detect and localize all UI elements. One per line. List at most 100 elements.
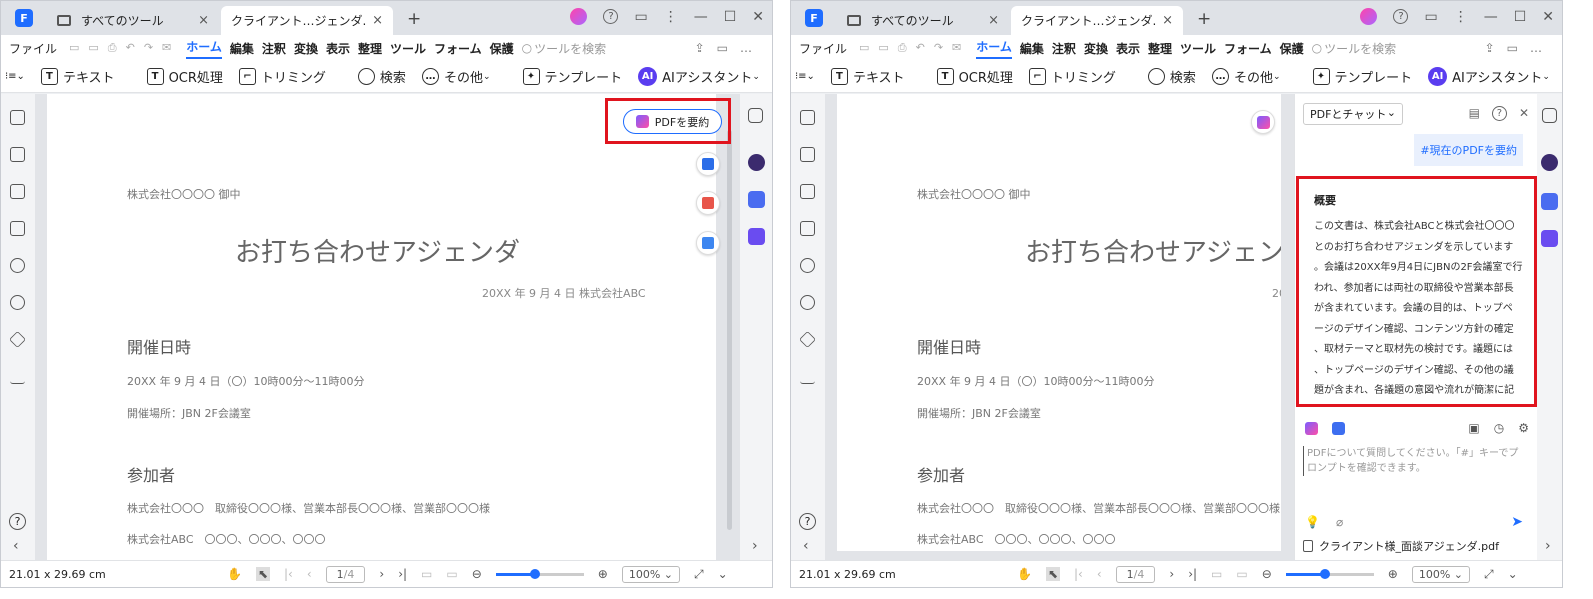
help-icon[interactable]: ?	[1393, 9, 1409, 24]
crop-button[interactable]: ⌐ トリミング	[238, 67, 326, 86]
close-tab-icon[interactable]: ×	[988, 13, 999, 28]
toolbar-prev-icon[interactable]: ⁝≡⌄	[5, 71, 25, 82]
ocr-button[interactable]: T OCR処理	[146, 67, 223, 86]
new-chat-icon[interactable]: ▤	[1469, 106, 1480, 121]
checklist-icon[interactable]	[748, 228, 765, 245]
maximize-icon[interactable]: ☐	[1514, 9, 1527, 25]
attachment-icon[interactable]	[10, 258, 25, 273]
menu-tools[interactable]: ツール	[390, 40, 426, 57]
template-button[interactable]: ✦ テンプレート	[1312, 67, 1412, 86]
search-button[interactable]: 検索	[357, 67, 406, 86]
settings-sliders-icon[interactable]	[1542, 108, 1557, 123]
avatar[interactable]	[1360, 8, 1378, 25]
ai-bot-icon[interactable]	[748, 154, 765, 171]
menu-form[interactable]: フォーム	[1224, 40, 1272, 57]
chevron-left-icon[interactable]: ‹	[803, 538, 809, 554]
more-vertical-icon[interactable]: ⋮	[1454, 9, 1468, 25]
page-number-input[interactable]: 1/4	[325, 565, 366, 583]
help-icon[interactable]: ?	[603, 9, 619, 24]
comment-icon[interactable]	[800, 184, 815, 199]
avatar[interactable]	[570, 8, 588, 25]
comment-icon[interactable]	[10, 184, 25, 199]
menu-right-icons[interactable]: ⇪▭…	[1485, 41, 1554, 55]
layers-list-icon[interactable]	[10, 221, 25, 236]
next-page-icon[interactable]: ›	[379, 567, 384, 581]
menu-view[interactable]: 表示	[1116, 40, 1140, 57]
menu-right-icons[interactable]: ⇪▭…	[695, 41, 764, 55]
new-tab-icon[interactable]: +	[407, 9, 421, 29]
help-icon[interactable]: ?	[9, 513, 26, 530]
signature-icon[interactable]	[800, 369, 815, 384]
chevron-right-icon[interactable]: ›	[1545, 538, 1551, 554]
chevron-left-icon[interactable]: ‹	[13, 538, 19, 554]
fit-width-icon[interactable]: ▭	[1236, 567, 1247, 581]
prev-page-icon[interactable]: ‹	[1097, 567, 1102, 581]
menu-organize[interactable]: 整理	[358, 40, 382, 57]
text-tool-button[interactable]: T テキスト	[830, 67, 905, 86]
tool-search-input[interactable]: ツールを検索	[1324, 40, 1396, 57]
menu-protect[interactable]: 保護	[490, 40, 514, 57]
minimize-icon[interactable]: —	[694, 9, 708, 25]
send-icon[interactable]: ➤	[1511, 514, 1523, 530]
close-window-icon[interactable]: ✕	[752, 9, 764, 25]
convert-word-icon[interactable]	[696, 152, 720, 176]
minimize-icon[interactable]: —	[1484, 9, 1498, 25]
chevron-right-icon[interactable]: ›	[752, 538, 758, 554]
layers-list-icon[interactable]	[800, 221, 815, 236]
bookmark-icon[interactable]	[10, 147, 25, 162]
checklist-icon[interactable]	[1541, 230, 1558, 247]
new-tab-icon[interactable]: +	[1197, 9, 1211, 29]
more-vertical-icon[interactable]: ⋮	[664, 9, 678, 25]
settings-sliders-icon[interactable]	[748, 108, 763, 123]
fit-page-icon[interactable]: ▭	[1211, 567, 1222, 581]
tab-document[interactable]: クライアント…ジェンダ.pdf ×	[1011, 6, 1183, 35]
fit-width-icon[interactable]: ▭	[446, 567, 457, 581]
feedback-icon[interactable]: ▭	[634, 9, 647, 25]
crop-button[interactable]: ⌐ トリミング	[1028, 67, 1116, 86]
prev-page-icon[interactable]: ‹	[307, 567, 312, 581]
menu-edit[interactable]: 編集	[1020, 40, 1044, 57]
zoom-select[interactable]: 100% ⌄	[1411, 565, 1471, 583]
close-tab-icon[interactable]: ×	[198, 13, 209, 28]
menu-annotate[interactable]: 注釈	[1052, 40, 1076, 57]
search-icon[interactable]	[800, 295, 815, 310]
zoom-in-icon[interactable]: ⊕	[1388, 567, 1398, 581]
menu-home[interactable]: ホーム	[976, 38, 1012, 59]
menu-protect[interactable]: 保護	[1280, 40, 1304, 57]
chat-input[interactable]: PDFについて質問してください。「#」キーでプロンプトを確認できます。	[1303, 446, 1528, 476]
ai-bot-icon[interactable]	[1541, 154, 1558, 171]
tab-document[interactable]: クライアント…ジェンダ.pdf ×	[221, 6, 393, 35]
text-tool-button[interactable]: T テキスト	[40, 67, 115, 86]
close-window-icon[interactable]: ✕	[1542, 9, 1554, 25]
fit-page-icon[interactable]: ▭	[421, 567, 432, 581]
hand-tool-icon[interactable]: ✋	[227, 567, 242, 581]
translate-icon[interactable]	[748, 191, 765, 208]
zoom-out-icon[interactable]: ⊖	[1262, 567, 1272, 581]
settings-icon[interactable]: ⚙	[1518, 421, 1529, 435]
menu-file[interactable]: ファイル	[9, 40, 57, 57]
close-tab-icon[interactable]: ×	[1162, 13, 1173, 28]
quick-access-icons[interactable]: ▭▭⎙↶↷✉	[859, 41, 970, 55]
convert-image-icon[interactable]	[696, 231, 720, 255]
attach-icon[interactable]: ⌀	[1336, 515, 1343, 529]
last-page-icon[interactable]: ›|	[398, 567, 407, 581]
zoom-in-icon[interactable]: ⊕	[598, 567, 608, 581]
menu-convert[interactable]: 変換	[294, 40, 318, 57]
menu-tools[interactable]: ツール	[1180, 40, 1216, 57]
zoom-select[interactable]: 100% ⌄	[621, 565, 681, 583]
vertical-scrollbar[interactable]	[727, 130, 732, 530]
zoom-slider[interactable]	[1285, 568, 1374, 579]
page-icon[interactable]	[10, 110, 25, 125]
attachment-icon[interactable]	[800, 258, 815, 273]
last-page-icon[interactable]: ›|	[1188, 567, 1197, 581]
menu-convert[interactable]: 変換	[1084, 40, 1108, 57]
page-icon[interactable]	[800, 110, 815, 125]
menu-view[interactable]: 表示	[326, 40, 350, 57]
hand-tool-icon[interactable]: ✋	[1017, 567, 1032, 581]
first-page-icon[interactable]: |‹	[284, 567, 293, 581]
menu-organize[interactable]: 整理	[1148, 40, 1172, 57]
ocr-button[interactable]: T OCR処理	[936, 67, 1013, 86]
fullscreen-icon[interactable]: ⤢	[1484, 567, 1494, 582]
template-button[interactable]: ✦ テンプレート	[522, 67, 622, 86]
menu-form[interactable]: フォーム	[434, 40, 482, 57]
